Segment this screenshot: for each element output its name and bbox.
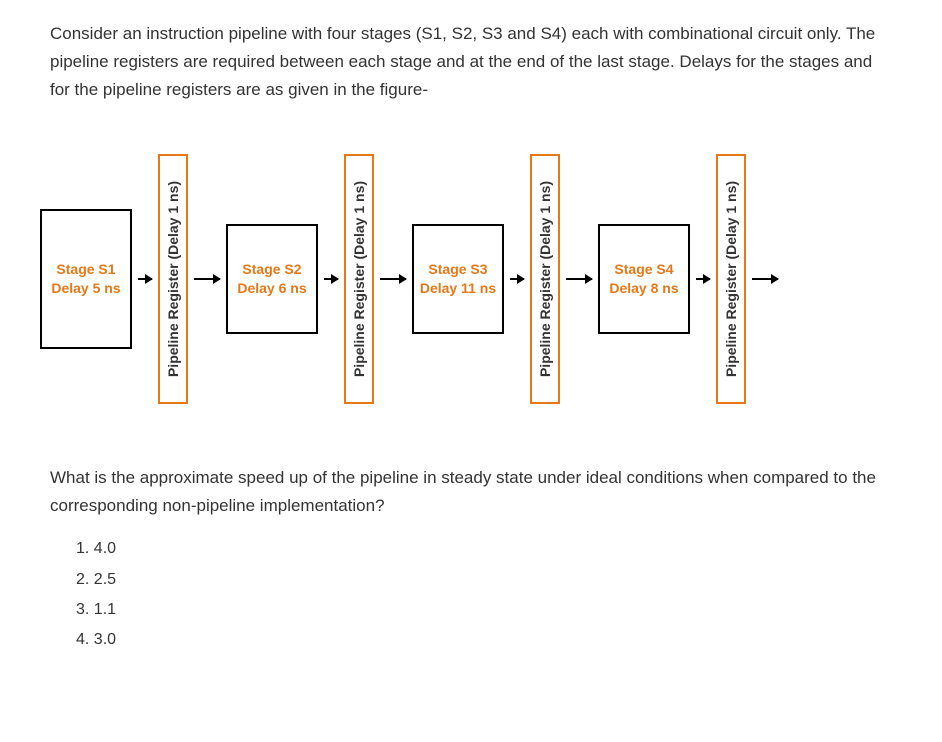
stage-s3-name: Stage S3 [428,260,487,279]
question-followup: What is the approximate speed up of the … [50,464,892,520]
register-label: Pipeline Register (Delay 1 ns) [723,181,739,377]
arrow-icon [566,278,592,280]
option-2: 2. 2.5 [76,565,892,595]
pipeline-register-4: Pipeline Register (Delay 1 ns) [716,154,746,404]
arrow-icon [380,278,406,280]
option-3: 3. 1.1 [76,595,892,625]
stage-s3-box: Stage S3 Delay 11 ns [412,224,504,334]
stage-s4-box: Stage S4 Delay 8 ns [598,224,690,334]
stage-s1-delay: Delay 5 ns [51,279,120,298]
stage-s1-box: Stage S1 Delay 5 ns [40,209,132,349]
arrow-icon [324,278,338,280]
stage-s4-name: Stage S4 [614,260,673,279]
option-4: 4. 3.0 [76,625,892,655]
question-intro: Consider an instruction pipeline with fo… [50,20,892,104]
pipeline-register-3: Pipeline Register (Delay 1 ns) [530,154,560,404]
arrow-icon [138,278,152,280]
register-label: Pipeline Register (Delay 1 ns) [537,181,553,377]
arrow-icon [510,278,524,280]
stage-s2-delay: Delay 6 ns [237,279,306,298]
stage-s4-delay: Delay 8 ns [609,279,678,298]
pipeline-register-2: Pipeline Register (Delay 1 ns) [344,154,374,404]
register-label: Pipeline Register (Delay 1 ns) [165,181,181,377]
stage-s2-box: Stage S2 Delay 6 ns [226,224,318,334]
stage-s2-name: Stage S2 [242,260,301,279]
stage-s3-delay: Delay 11 ns [420,279,496,298]
answer-options: 1. 4.0 2. 2.5 3. 1.1 4. 3.0 [50,534,892,656]
arrow-icon [696,278,710,280]
pipeline-register-1: Pipeline Register (Delay 1 ns) [158,154,188,404]
register-label: Pipeline Register (Delay 1 ns) [351,181,367,377]
option-1: 1. 4.0 [76,534,892,564]
stage-s1-name: Stage S1 [56,260,115,279]
arrow-icon [194,278,220,280]
pipeline-diagram: Stage S1 Delay 5 ns Pipeline Register (D… [40,154,892,404]
arrow-icon [752,278,778,280]
